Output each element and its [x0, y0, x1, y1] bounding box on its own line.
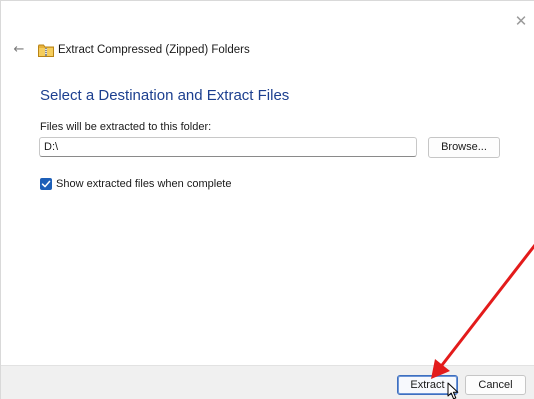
show-files-label: Show extracted files when complete [56, 178, 232, 190]
zip-folder-icon [38, 44, 54, 57]
browse-button[interactable]: Browse... [428, 137, 500, 158]
annotation-arrow [431, 243, 534, 379]
arrow-left-icon[interactable]: ← [11, 42, 27, 58]
show-files-checkbox[interactable] [40, 178, 52, 190]
cancel-button[interactable]: Cancel [465, 375, 526, 395]
checkmark-icon [41, 180, 51, 188]
window-title-bar: Extract Compressed (Zipped) Folders [38, 41, 250, 59]
window-title: Extract Compressed (Zipped) Folders [58, 44, 250, 56]
show-files-option[interactable]: Show extracted files when complete [40, 178, 231, 190]
page-heading: Select a Destination and Extract Files [40, 87, 290, 104]
close-icon[interactable]: ✕ [513, 13, 529, 29]
extract-wizard-window: ✕ ← Extract Compressed (Zipped) Folders … [0, 0, 534, 399]
mouse-pointer-icon [447, 382, 459, 399]
destination-label: Files will be extracted to this folder: [40, 121, 212, 133]
destination-path-input[interactable] [39, 137, 417, 157]
